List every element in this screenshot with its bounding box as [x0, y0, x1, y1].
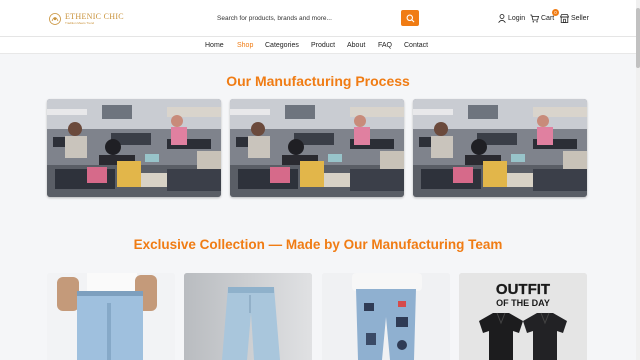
logo-title: ETHENIC CHIC	[65, 12, 124, 21]
logo-subtitle: Tradition Meets Trend	[65, 21, 95, 25]
cart-label: Cart	[541, 14, 555, 22]
nav-home[interactable]: Home	[205, 41, 224, 50]
nav-product[interactable]: Product	[311, 41, 335, 50]
logo-emblem-icon	[49, 13, 61, 25]
outfit-caption-line1: OUTFIT	[496, 281, 550, 298]
factory-photo-image	[413, 99, 587, 197]
outfit-caption-line2: OF THE DAY	[496, 298, 550, 308]
product-card-1[interactable]	[47, 273, 175, 360]
store-icon	[560, 13, 569, 23]
manufacturing-title: Our Manufacturing Process	[226, 73, 410, 89]
product-card-2[interactable]	[184, 273, 312, 360]
manufacturing-photo-1	[47, 99, 221, 197]
jeans-model-image	[47, 273, 175, 360]
factory-photo-image	[47, 99, 221, 197]
manufacturing-photo-2	[230, 99, 404, 197]
nav-shop[interactable]: Shop	[237, 41, 253, 50]
nav-about[interactable]: About	[347, 41, 365, 50]
login-link[interactable]: Login	[498, 12, 525, 24]
seller-label: Seller	[571, 14, 589, 22]
nav-contact[interactable]: Contact	[404, 41, 428, 50]
site-header: ETHENIC CHIC Tradition Meets Trend Login…	[0, 0, 636, 36]
collection-title: Exclusive Collection — Made by Our Manuf…	[133, 237, 503, 252]
cart-count-badge: 0	[552, 9, 559, 16]
outfit-shirts-image: OUTFIT OF THE DAY	[459, 273, 587, 360]
cart-icon	[530, 14, 539, 22]
scrollbar-thumb[interactable]	[636, 8, 640, 68]
search-bar	[212, 10, 419, 26]
user-icon	[498, 13, 506, 23]
nav-categories[interactable]: Categories	[265, 41, 299, 50]
search-icon	[406, 14, 414, 22]
search-button[interactable]	[401, 10, 419, 26]
seller-link[interactable]: Seller	[560, 12, 589, 24]
main-nav: Home Shop Categories Product About FAQ C…	[0, 36, 636, 54]
manufacturing-photo-3	[413, 99, 587, 197]
nav-faq[interactable]: FAQ	[378, 41, 392, 50]
patch-jeans-image	[322, 273, 450, 360]
product-card-3[interactable]	[322, 273, 450, 360]
cart-link[interactable]: Cart	[530, 12, 554, 24]
login-label: Login	[508, 14, 526, 22]
wide-leg-jeans-image	[184, 273, 312, 360]
search-input[interactable]	[212, 10, 398, 26]
site-logo[interactable]: ETHENIC CHIC Tradition Meets Trend	[48, 11, 126, 27]
factory-photo-image	[230, 99, 404, 197]
product-card-4[interactable]: OUTFIT OF THE DAY	[459, 273, 587, 360]
